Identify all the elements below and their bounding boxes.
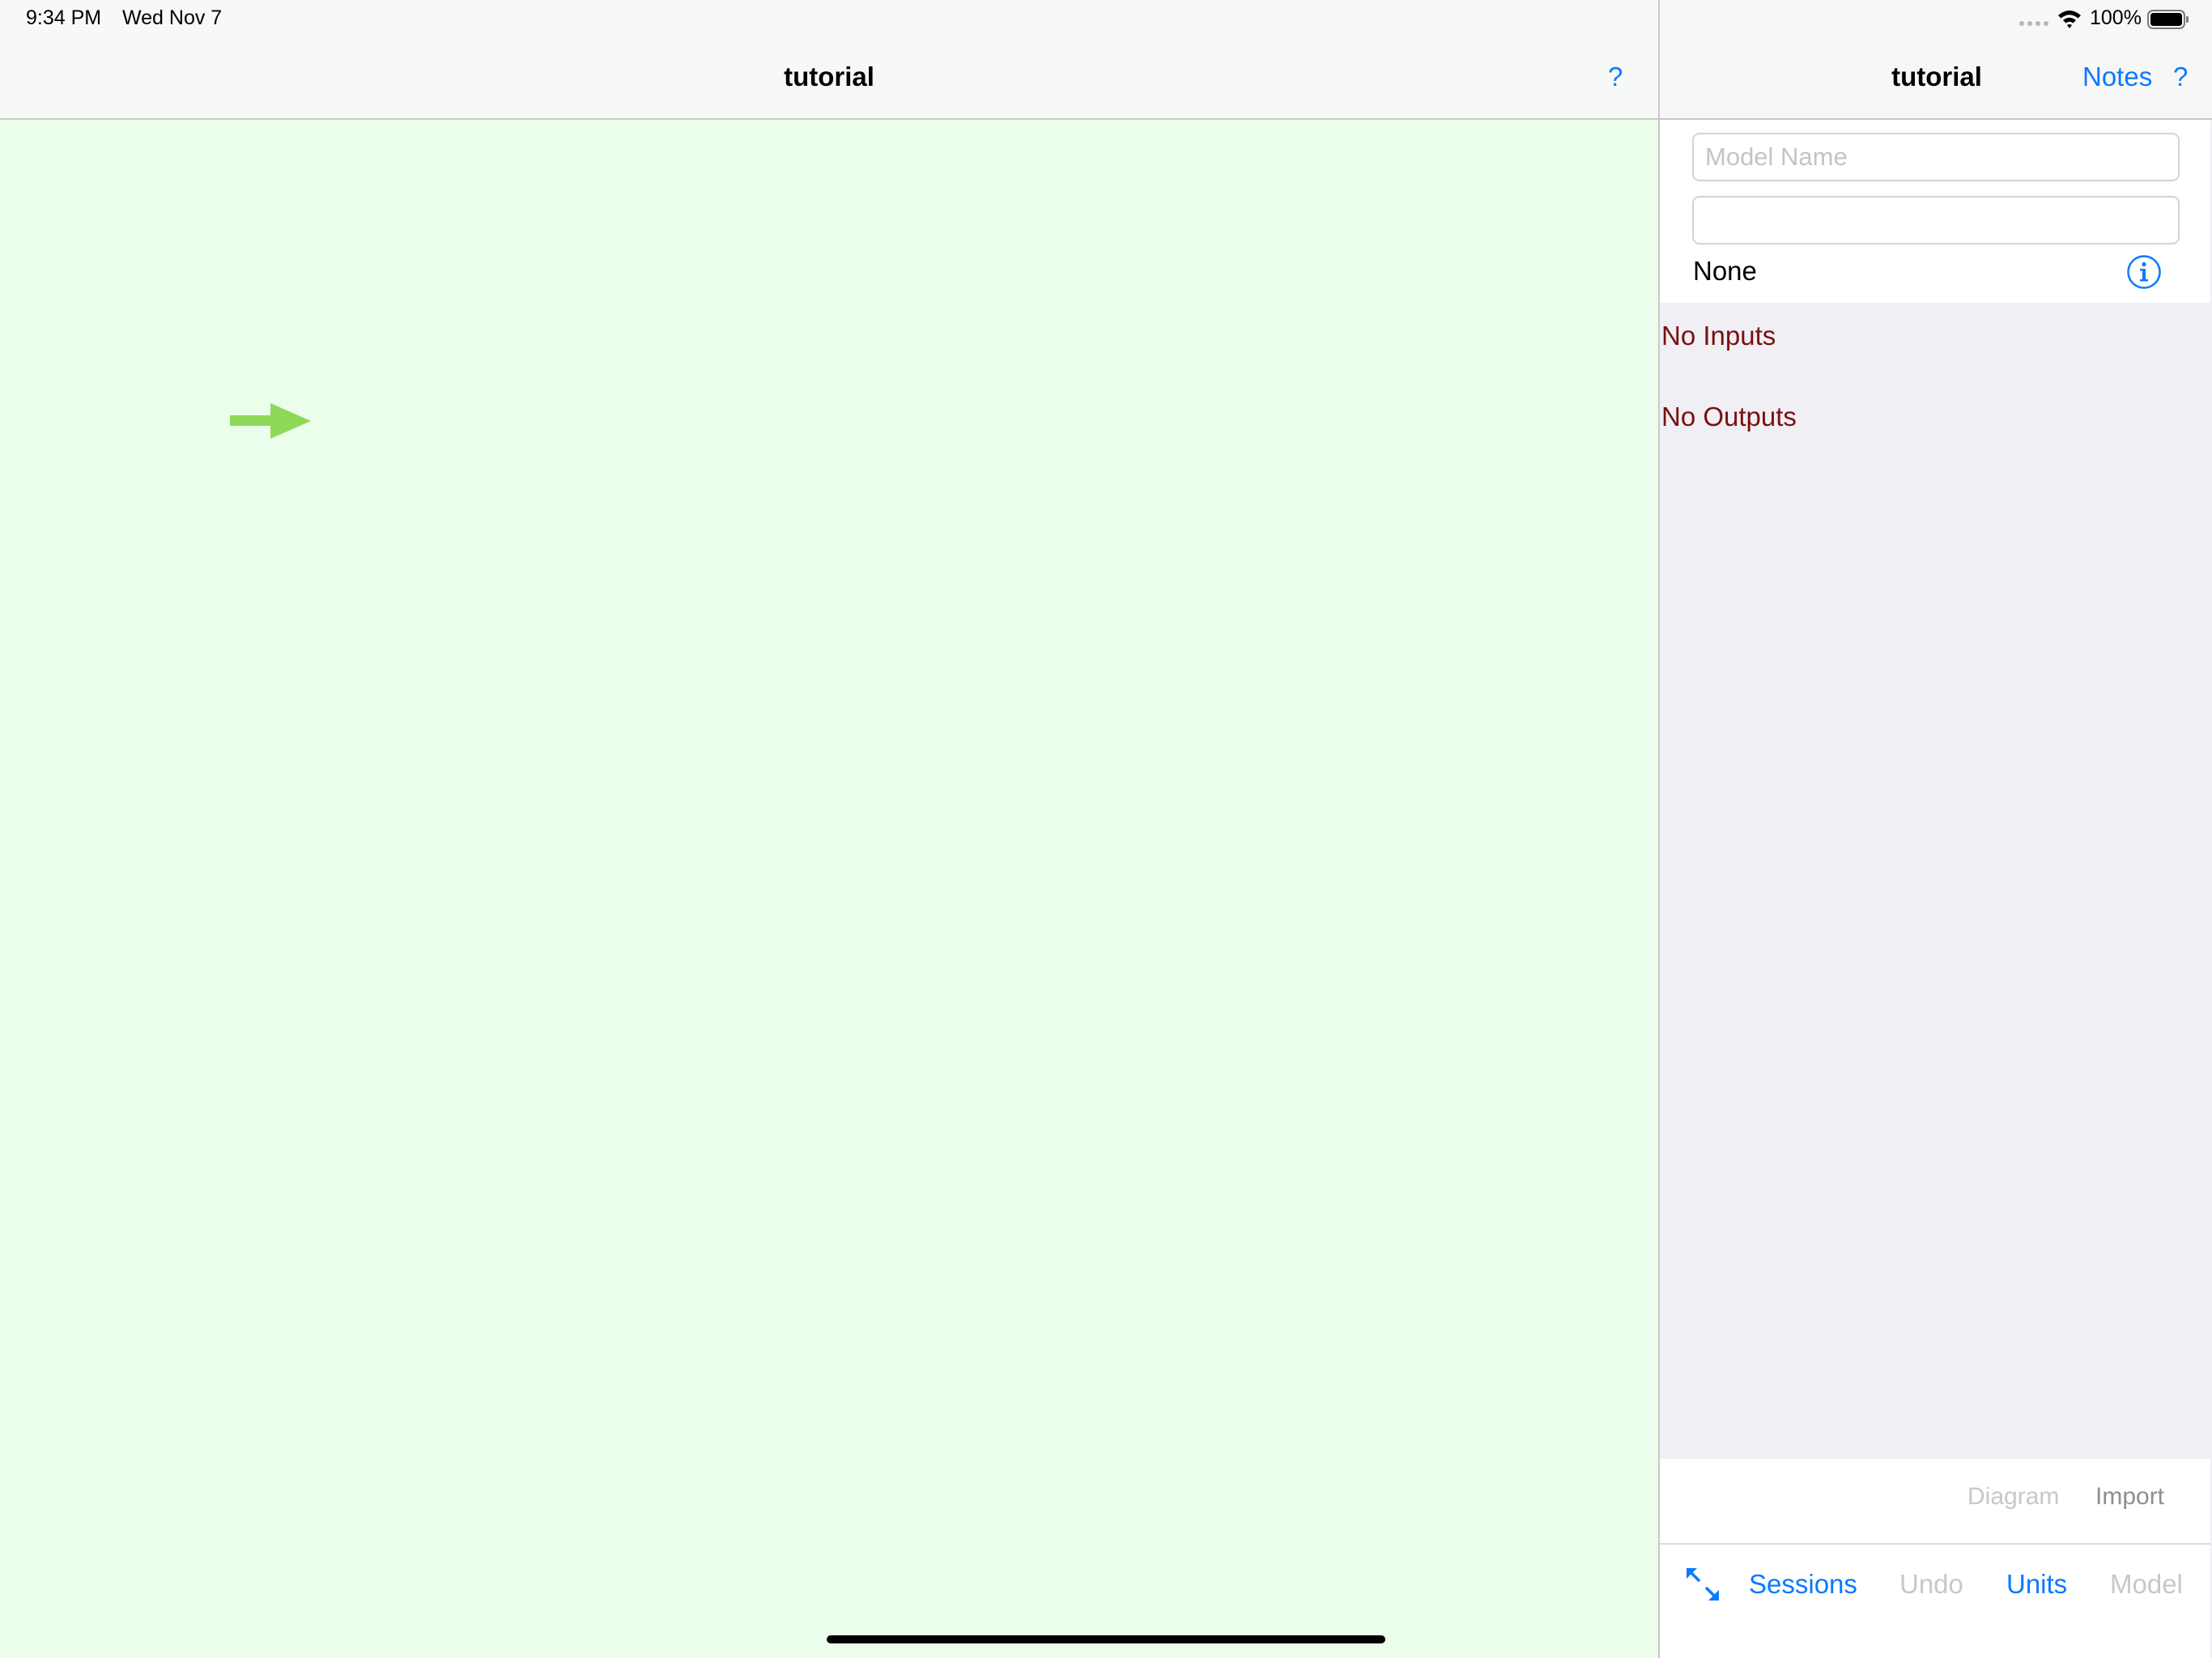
model-type-value[interactable]: None xyxy=(1693,256,1757,287)
diagram-button[interactable]: Diagram xyxy=(1967,1483,2059,1511)
inspector-help-button[interactable]: ? xyxy=(2173,62,2188,92)
wifi-icon xyxy=(2058,11,2081,28)
info-icon[interactable] xyxy=(2126,254,2162,290)
expand-icon[interactable] xyxy=(1684,1566,1721,1603)
canvas-title: tutorial xyxy=(784,62,874,91)
battery-percentage: 100% xyxy=(2090,6,2142,29)
model-name-input[interactable] xyxy=(1692,133,2180,181)
right-arrow-icon[interactable] xyxy=(230,403,311,439)
no-outputs-label: No Outputs xyxy=(1661,402,1797,432)
sessions-button[interactable]: Sessions xyxy=(1749,1569,1857,1600)
no-inputs-label: No Inputs xyxy=(1661,321,1776,351)
units-button[interactable]: Units xyxy=(2006,1569,2067,1600)
app-root: tutorial ? tutorial Notes ? None xyxy=(0,0,2212,1658)
status-date: Wed Nov 7 xyxy=(122,6,223,29)
undo-button[interactable]: Undo xyxy=(1899,1569,1963,1600)
canvas-help-button[interactable]: ? xyxy=(1608,62,1623,92)
import-button[interactable]: Import xyxy=(2095,1483,2164,1511)
model-form: None xyxy=(1660,120,2210,303)
status-bar: 9:34 PM Wed Nov 7 100% xyxy=(0,0,2212,39)
signal-dots-icon xyxy=(2019,21,2048,26)
notes-button[interactable]: Notes xyxy=(2082,62,2152,92)
model-description-input[interactable] xyxy=(1692,196,2180,244)
status-time: 9:34 PM xyxy=(26,6,102,29)
home-indicator xyxy=(827,1635,1385,1643)
model-button[interactable]: Model xyxy=(2110,1569,2183,1600)
inspector-panel: tutorial Notes ? None No Inputs No Outpu… xyxy=(1658,0,2212,1658)
bottom-toolbar-area: Diagram Import Sessions Undo Units Model xyxy=(1660,1459,2210,1658)
diagram-canvas[interactable] xyxy=(0,120,1658,1658)
toolbar-divider xyxy=(1660,1543,2210,1545)
battery-icon xyxy=(2147,10,2189,29)
